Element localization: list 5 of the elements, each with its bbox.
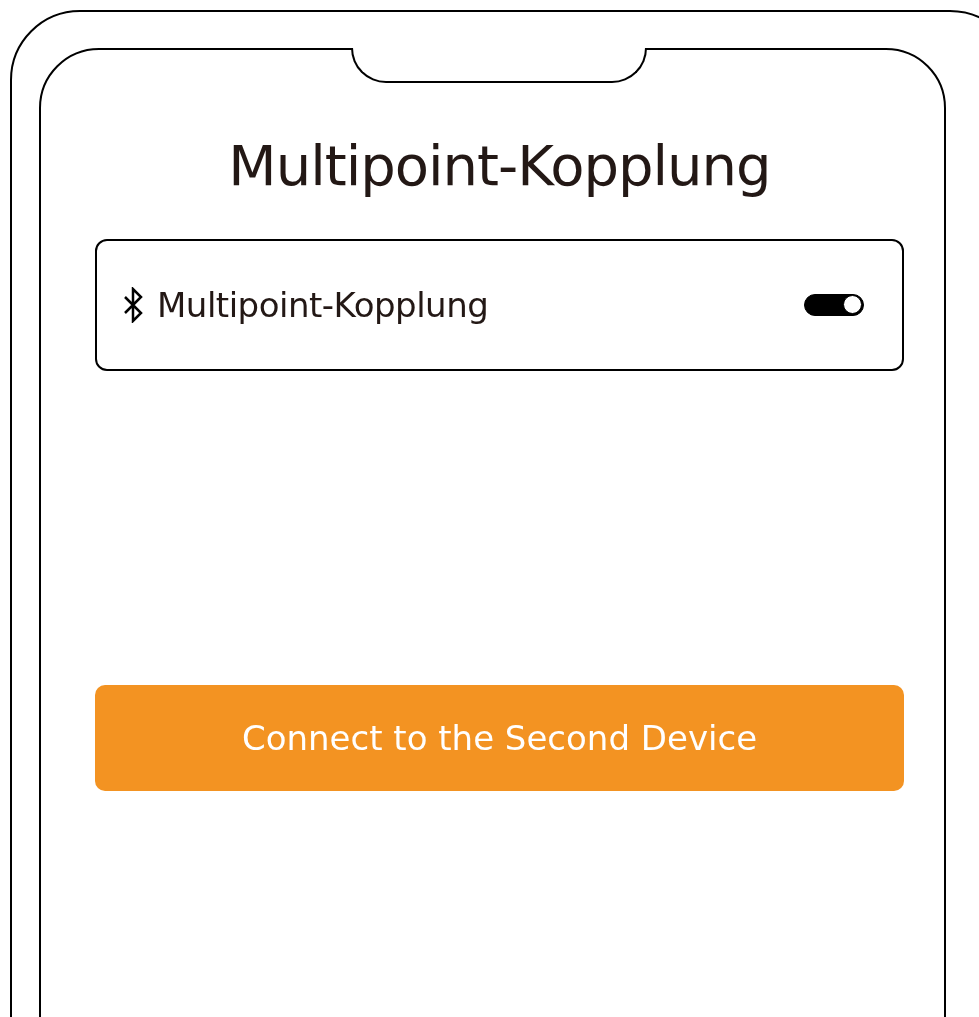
toggle-switch[interactable] bbox=[804, 294, 864, 316]
page-title: Multipoint-Kopplung bbox=[227, 132, 772, 200]
connect-button[interactable]: Connect to the Second Device bbox=[95, 685, 904, 791]
bluetooth-icon bbox=[123, 287, 145, 323]
setting-label: Multipoint-Kopplung bbox=[157, 285, 490, 325]
